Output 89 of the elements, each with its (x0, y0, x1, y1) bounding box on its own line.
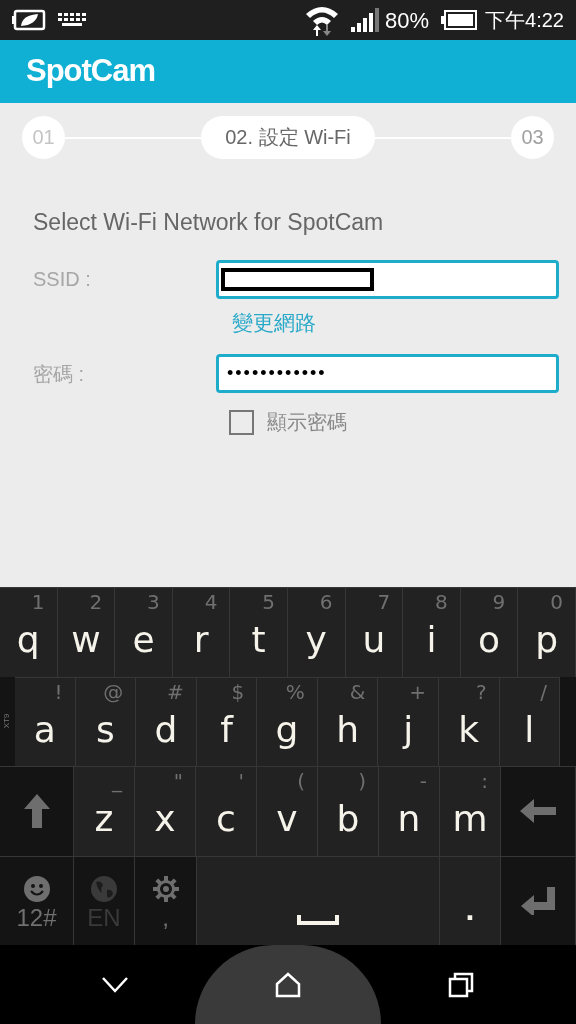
keyboard-key[interactable]: # d (136, 676, 197, 766)
key-hint: ! (54, 681, 63, 702)
key-hint: ? (475, 681, 487, 702)
step-indicator: 02. 設定 Wi-Fi (201, 115, 375, 159)
key-hint: @ (103, 681, 124, 702)
signal-icon (351, 8, 381, 32)
battery-leaf-icon (12, 9, 46, 31)
keyboard-key[interactable]: " x (135, 766, 196, 856)
key-hint: - (419, 771, 427, 791)
form-title: Select Wi-Fi Network for SpotCam (33, 208, 385, 237)
show-password-checkbox[interactable] (229, 409, 254, 435)
keyboard-key[interactable]: ( v (257, 766, 318, 856)
key-hint: ) (358, 771, 366, 791)
step-indicator: 03 (511, 115, 554, 159)
shift-arrow-icon (23, 794, 50, 829)
key-hint: 9 (492, 592, 506, 612)
key-hint: ' (238, 771, 244, 791)
wifi-icon (305, 4, 339, 36)
chevron-down-icon (101, 975, 129, 994)
keyboard-key[interactable]: 4 r (172, 587, 231, 677)
key-hint: _ (112, 771, 122, 791)
keyboard-key[interactable]: 7 u (345, 587, 404, 677)
keyboard-key[interactable]: - n (379, 766, 440, 856)
key-hint: : (481, 771, 488, 791)
shift-key[interactable] (0, 766, 74, 856)
key-hint: 6 (319, 592, 333, 612)
battery-icon (441, 10, 478, 30)
keyboard-key[interactable]: 8 i (403, 587, 461, 677)
globe-icon (91, 875, 117, 902)
key-hint: 7 (377, 592, 391, 612)
field-label: 密碼 : (33, 361, 86, 387)
keyboard-key[interactable]: 2 w (57, 587, 116, 677)
app-logo: SpotCam (26, 52, 156, 91)
keyboard-key[interactable]: ' c (196, 766, 257, 856)
key-hint: 8 (435, 592, 448, 612)
key-hint: + (409, 681, 426, 702)
key-hint: & (349, 681, 366, 702)
keyboard-key[interactable]: : m (440, 766, 501, 856)
home-icon (275, 971, 301, 998)
key-hint: 3 (147, 592, 160, 612)
keyboard-key[interactable]: 3 e (115, 587, 173, 677)
keyboard-key[interactable]: + j (378, 676, 439, 766)
key-hint: 0 (550, 592, 563, 612)
emoji-key[interactable]: 12# (0, 855, 74, 945)
password-field[interactable]: •••••••••••• (216, 354, 559, 393)
keyboard-key[interactable]: % g (257, 676, 318, 766)
keyboard-key[interactable]: / l (499, 676, 561, 766)
ssid-field[interactable] (216, 259, 559, 299)
keyboard-key[interactable]: ? k (438, 676, 500, 766)
key-hint: 5 (262, 592, 275, 612)
gear-icon (152, 875, 179, 902)
step-indicator: 01 (22, 115, 65, 159)
keyboard-key[interactable]: & h (317, 676, 379, 766)
keyboard-key[interactable]: 6 y (287, 587, 346, 677)
field-label: SSID : (33, 267, 92, 292)
key-hint: # (166, 681, 184, 702)
keyboard-key[interactable]: @ s (75, 676, 137, 766)
period-key[interactable]: . (440, 855, 501, 945)
keyboard-key[interactable]: ) b (318, 766, 379, 856)
backspace-key[interactable] (501, 766, 576, 856)
key-label: 12# (16, 905, 57, 930)
key-hint: ( (297, 771, 305, 791)
gear-key[interactable]: , (135, 855, 197, 945)
keyboard-key[interactable]: $ f (196, 676, 258, 766)
enter-arrow-icon (521, 886, 555, 915)
smiley-icon (23, 875, 50, 902)
key-hint: 1 (31, 592, 45, 612)
enter-key[interactable] (501, 855, 576, 945)
recent-apps-icon (448, 971, 474, 998)
key-hint: " (173, 771, 183, 791)
key-hint: $ (231, 681, 245, 702)
key-hint: 2 (89, 592, 103, 612)
key-hint: / (540, 681, 548, 702)
keyboard-key[interactable]: 5 t (230, 587, 288, 677)
keyboard-key[interactable]: ! a (15, 676, 76, 766)
backspace-arrow-icon (520, 799, 556, 824)
keyboard-key[interactable]: 9 o (460, 587, 519, 677)
space-bar-icon (297, 915, 339, 925)
key-hint: 4 (204, 592, 218, 612)
keyboard-icon (58, 13, 86, 27)
checkbox-label: 顯示密碼 (267, 410, 347, 435)
keyboard-key[interactable]: 1 q (0, 587, 58, 677)
clock: 下午4:22 (485, 8, 564, 33)
key-label: , (162, 905, 169, 930)
battery-percent: 80% (385, 6, 430, 35)
keyboard-key[interactable]: 0 p (518, 587, 576, 677)
keyboard-key[interactable]: _ z (74, 766, 135, 856)
key-hint: % (285, 681, 305, 702)
input-mode-label: XT9 (1, 713, 13, 729)
